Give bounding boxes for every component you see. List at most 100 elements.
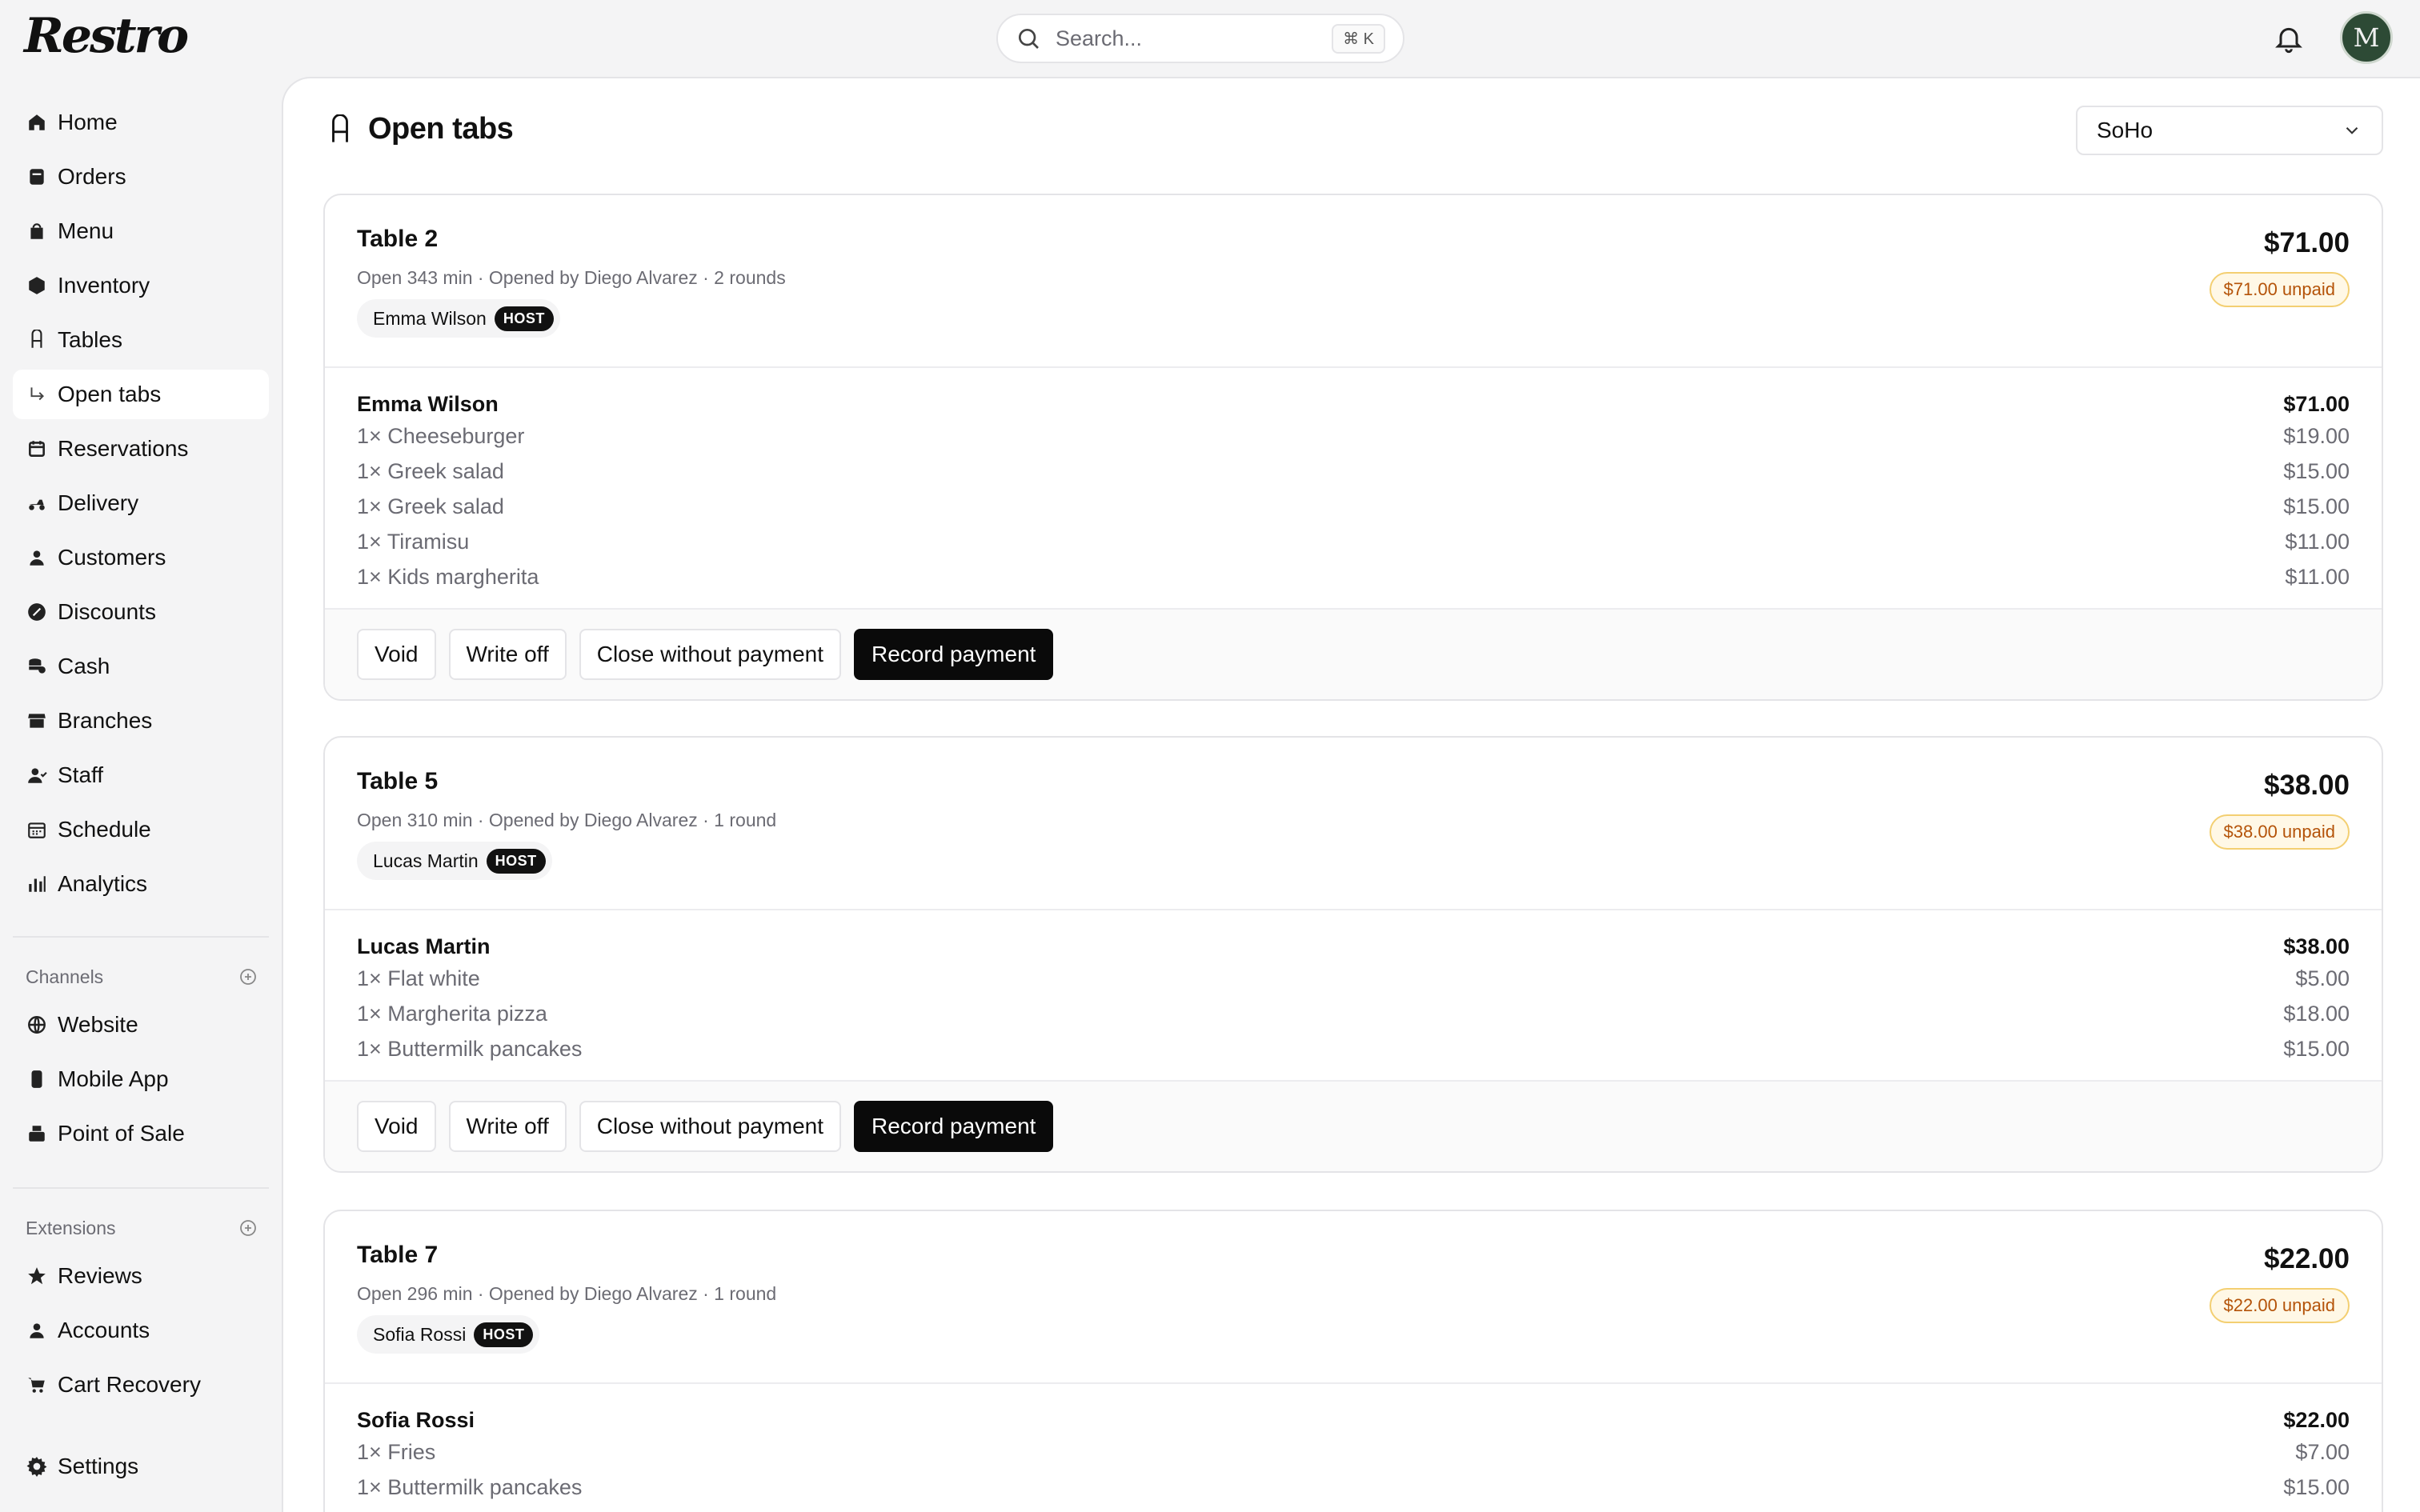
coins-icon xyxy=(26,655,48,678)
line-item: 1× Tiramisu $11.00 xyxy=(325,522,2382,557)
sidebar-item-label: Tables xyxy=(58,327,122,352)
void-button[interactable]: Void xyxy=(357,1101,436,1152)
host-badge: HOST xyxy=(494,306,554,331)
write-off-button[interactable]: Write off xyxy=(448,1101,567,1152)
sidebar-item-label: Orders xyxy=(58,164,126,189)
table-name: Table 5 xyxy=(357,768,439,794)
store-icon xyxy=(26,710,48,732)
sidebar-item-inventory[interactable]: Inventory xyxy=(13,261,269,310)
host-chip[interactable]: Lucas Martin HOST xyxy=(357,842,552,880)
sidebar-item-analytics[interactable]: Analytics xyxy=(13,859,269,909)
line-item: 1× Flat white $5.00 xyxy=(325,958,2382,994)
sidebar-item-reviews[interactable]: Reviews xyxy=(13,1251,269,1301)
sidebar-item-branches[interactable]: Branches xyxy=(13,696,269,746)
schedule-icon xyxy=(26,818,48,841)
sidebar-item-staff[interactable]: Staff xyxy=(13,750,269,800)
sidebar-item-cash[interactable]: Cash xyxy=(13,642,269,691)
line-item: 1× Margherita pizza $18.00 xyxy=(325,994,2382,1029)
sidebar-item-label: Cart Recovery xyxy=(58,1372,201,1397)
guest-total: $22.00 xyxy=(2283,1408,2350,1432)
tab-card-header: Table 2 Open 343 min · Opened by Diego A… xyxy=(325,195,2382,368)
line-item-price: $11.00 xyxy=(2285,530,2350,554)
branch-select[interactable]: SoHo xyxy=(2076,106,2383,155)
line-item: 1× Buttermilk pancakes $15.00 xyxy=(325,1467,2382,1502)
staff-icon xyxy=(26,764,48,786)
sidebar-item-schedule[interactable]: Schedule xyxy=(13,805,269,854)
user-avatar[interactable]: M xyxy=(2340,11,2393,64)
tab-total: $38.00 xyxy=(2263,770,2350,801)
close-without-payment-button[interactable]: Close without payment xyxy=(579,629,841,680)
line-item: 1× Buttermilk pancakes $15.00 xyxy=(325,1029,2382,1064)
person-icon xyxy=(26,546,48,569)
line-item: 1× Greek salad $15.00 xyxy=(325,486,2382,522)
tab-card-header: Table 7 Open 296 min · Opened by Diego A… xyxy=(325,1211,2382,1384)
sidebar-item-label: Customers xyxy=(58,545,166,570)
sidebar-item-website[interactable]: Website xyxy=(13,1000,269,1050)
tab-card-header: Table 5 Open 310 min · Opened by Diego A… xyxy=(325,738,2382,910)
add-extension-icon[interactable] xyxy=(238,1218,258,1238)
table-name: Table 7 xyxy=(357,1242,439,1268)
sidebar-item-label: Menu xyxy=(58,218,114,243)
app-logo[interactable]: Restro xyxy=(24,8,189,64)
sidebar-item-cart-recovery[interactable]: Cart Recovery xyxy=(13,1360,269,1410)
sidebar-item-accounts[interactable]: Accounts xyxy=(13,1306,269,1355)
sidebar-item-mobile-app[interactable]: Mobile App xyxy=(13,1054,269,1104)
record-payment-button[interactable]: Record payment xyxy=(854,1101,1054,1152)
sidebar-item-home[interactable]: Home xyxy=(13,98,269,147)
host-chip[interactable]: Sofia Rossi HOST xyxy=(357,1315,540,1354)
sidebar-item-settings[interactable]: Settings xyxy=(13,1442,269,1491)
sidebar-divider xyxy=(13,1187,269,1189)
main-panel: Open tabs SoHo Table 2 Open 343 min · Op… xyxy=(282,77,2420,1512)
tab-actions: Void Write off Close without payment Rec… xyxy=(325,608,2382,699)
notifications-bell-icon[interactable] xyxy=(2273,22,2305,54)
sidebar-item-label: Website xyxy=(58,1012,138,1037)
record-payment-button[interactable]: Record payment xyxy=(854,629,1054,680)
sidebar-item-menu[interactable]: Menu xyxy=(13,206,269,256)
sidebar-item-label: Point of Sale xyxy=(58,1121,185,1146)
line-item-name: 1× Buttermilk pancakes xyxy=(357,1037,583,1061)
sidebar-item-label: Mobile App xyxy=(58,1066,169,1091)
discount-icon xyxy=(26,601,48,623)
host-chip[interactable]: Emma Wilson HOST xyxy=(357,299,560,338)
sidebar-item-label: Discounts xyxy=(58,599,156,624)
guest-row: Sofia Rossi $22.00 xyxy=(325,1408,2382,1432)
sidebar-item-orders[interactable]: Orders xyxy=(13,152,269,202)
calendar-icon xyxy=(26,438,48,460)
line-item: 1× Fries $7.00 xyxy=(325,1432,2382,1467)
void-button[interactable]: Void xyxy=(357,629,436,680)
add-channel-icon[interactable] xyxy=(238,967,258,986)
line-item-name: 1× Greek salad xyxy=(357,459,504,483)
tab-meta: Open 310 min · Opened by Diego Alvarez ·… xyxy=(357,810,777,830)
analytics-icon xyxy=(26,873,48,895)
sidebar-item-open-tabs[interactable]: Open tabs xyxy=(13,370,269,419)
sidebar-item-tables[interactable]: Tables xyxy=(13,315,269,365)
orders-icon xyxy=(26,166,48,188)
line-item: 1× Cheeseburger $19.00 xyxy=(325,416,2382,451)
inventory-icon xyxy=(26,274,48,297)
host-name: Sofia Rossi xyxy=(373,1323,467,1345)
search-input[interactable]: Search... ⌘ K xyxy=(996,14,1404,63)
branch-select-value: SoHo xyxy=(2097,118,2154,142)
host-badge: HOST xyxy=(474,1322,534,1347)
line-item-name: 1× Tiramisu xyxy=(357,530,470,554)
sidebar-item-label: Reviews xyxy=(58,1263,142,1288)
extensions-section-header: Extensions xyxy=(26,1216,258,1240)
person-icon xyxy=(26,1319,48,1342)
sidebar-item-delivery[interactable]: Delivery xyxy=(13,478,269,528)
tab-actions: Void Write off Close without payment Rec… xyxy=(325,1080,2382,1171)
guest-name: Sofia Rossi xyxy=(357,1408,475,1432)
sidebar-item-point-of-sale[interactable]: Point of Sale xyxy=(13,1109,269,1158)
line-item-price: $15.00 xyxy=(2283,1037,2350,1061)
guest-total: $38.00 xyxy=(2283,934,2350,958)
write-off-button[interactable]: Write off xyxy=(448,629,567,680)
guest-name: Lucas Martin xyxy=(357,934,491,958)
close-without-payment-button[interactable]: Close without payment xyxy=(579,1101,841,1152)
host-badge: HOST xyxy=(486,848,546,874)
sidebar-item-reservations[interactable]: Reservations xyxy=(13,424,269,474)
sidebar-item-discounts[interactable]: Discounts xyxy=(13,587,269,637)
tab-items: Sofia Rossi $22.00 1× Fries $7.00 1× Butt… xyxy=(325,1408,2382,1512)
sidebar-item-customers[interactable]: Customers xyxy=(13,533,269,582)
sidebar-item-label: Inventory xyxy=(58,273,150,298)
sidebar-item-label: Staff xyxy=(58,762,104,787)
menu-icon xyxy=(26,220,48,242)
